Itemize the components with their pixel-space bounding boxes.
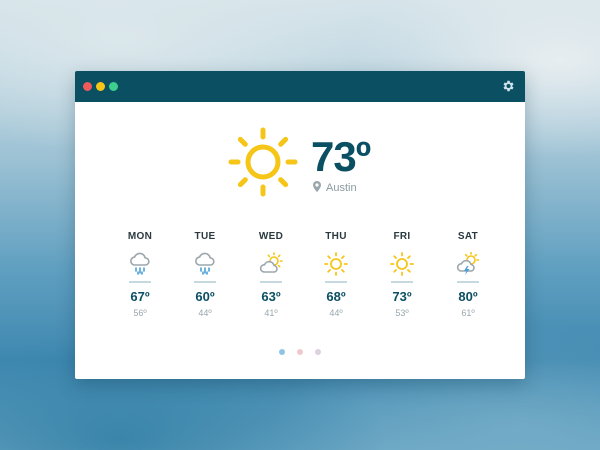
gear-icon[interactable] — [501, 79, 515, 93]
day-label: WED — [258, 231, 284, 242]
high-temperature: 67º — [130, 289, 150, 304]
low-temperature: 44º — [198, 308, 212, 318]
rain-icon — [130, 252, 150, 275]
divider — [129, 281, 151, 283]
maximize-button[interactable] — [109, 82, 118, 91]
forecast-day-tue[interactable]: TUE 60º 44º — [180, 231, 230, 318]
high-temperature: 63º — [261, 289, 281, 304]
location-name: Austin — [326, 182, 357, 194]
low-temperature: 61º — [461, 308, 475, 318]
divider — [457, 281, 479, 283]
day-label: TUE — [194, 231, 216, 242]
high-temperature: 68º — [326, 289, 346, 304]
forecast-day-fri[interactable]: FRI 73º 53º — [377, 231, 427, 318]
partly-cloudy-icon — [259, 252, 283, 273]
title-bar — [75, 71, 525, 102]
high-temperature: 80º — [458, 289, 478, 304]
low-temperature: 53º — [395, 308, 409, 318]
forecast-day-mon[interactable]: MON 67º 56º — [115, 231, 165, 318]
close-button[interactable] — [83, 82, 92, 91]
weather-window: 73º Austin MON 67º 56º TUE 60º 44º WED 6… — [75, 71, 525, 379]
page-indicator — [75, 349, 525, 355]
sun-icon — [390, 252, 414, 276]
divider — [194, 281, 216, 283]
high-temperature: 73º — [392, 289, 412, 304]
high-temperature: 60º — [195, 289, 215, 304]
minimize-button[interactable] — [96, 82, 105, 91]
low-temperature: 56º — [133, 308, 147, 318]
low-temperature: 41º — [264, 308, 278, 318]
sun-icon — [228, 127, 298, 197]
forecast-row: MON 67º 56º TUE 60º 44º WED 63º 41º THU … — [115, 231, 485, 326]
day-label: MON — [127, 231, 153, 242]
divider — [391, 281, 413, 283]
current-weather: 73º Austin — [227, 126, 467, 201]
low-temperature: 44º — [329, 308, 343, 318]
divider — [325, 281, 347, 283]
forecast-day-wed[interactable]: WED 63º 41º — [246, 231, 296, 318]
day-label: THU — [325, 231, 347, 242]
sun-icon — [324, 252, 348, 276]
rain-icon — [195, 252, 215, 275]
day-label: SAT — [457, 231, 479, 242]
page-dot-1[interactable] — [279, 349, 285, 355]
current-temperature: 73º — [311, 133, 371, 180]
location-label[interactable]: Austin — [313, 181, 357, 194]
forecast-day-sat[interactable]: SAT 80º 61º — [443, 231, 493, 318]
page-dot-2[interactable] — [297, 349, 303, 355]
divider — [260, 281, 282, 283]
map-pin-icon — [313, 181, 321, 192]
thunderstorm-icon — [456, 251, 480, 275]
page-dot-3[interactable] — [315, 349, 321, 355]
day-label: FRI — [393, 231, 411, 242]
forecast-day-thu[interactable]: THU 68º 44º — [311, 231, 361, 318]
